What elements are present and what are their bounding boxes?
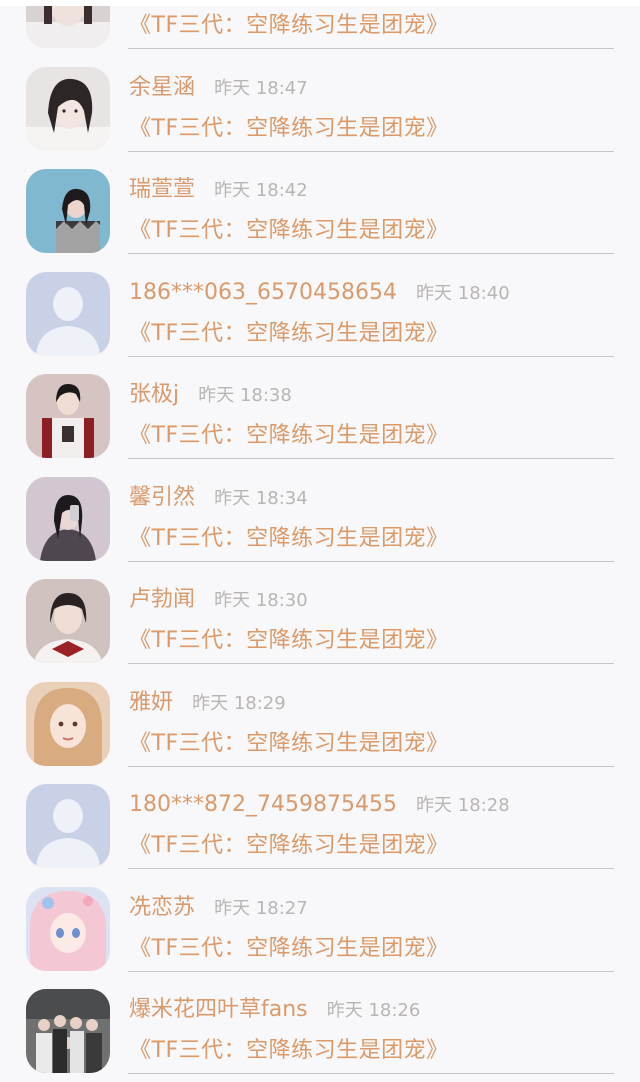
divider (128, 1073, 614, 1074)
comment-time: 昨天 18:26 (326, 1000, 421, 1021)
top-header-strip (0, 0, 640, 6)
book-title-link[interactable]: 《TF三代：空降练习生是团宠》 (129, 319, 449, 349)
book-title-link[interactable]: 《TF三代：空降练习生是团宠》 (129, 626, 449, 656)
photo-portrait-icon (26, 476, 110, 561)
photo-portrait-icon (26, 0, 110, 48)
divider (128, 663, 614, 664)
comment-time: 昨天 18:38 (198, 385, 292, 406)
comment-time: 昨天 18:47 (214, 77, 308, 99)
avatar[interactable] (26, 66, 110, 151)
list-item[interactable]: 卢勃闻 昨天 18:30 《TF三代：空降练习生是团宠》 (0, 569, 640, 672)
comment-time: 昨天 18:30 (214, 590, 308, 611)
photo-portrait-icon (26, 681, 110, 766)
divider (128, 355, 614, 357)
divider (128, 253, 614, 254)
book-title-link[interactable]: 《TF三代：空降练习生是团宠》 (129, 421, 449, 451)
commenter-name[interactable]: 180***872_7459875455 (129, 792, 397, 817)
commenter-name[interactable]: 张极j (129, 382, 179, 407)
book-title-link[interactable]: 《TF三代：空降练习生是团宠》 (129, 524, 449, 554)
list-item[interactable]: 爆米花四叶草fans 昨天 18:26 《TF三代：空降练习生是团宠》 (0, 979, 640, 1082)
divider (128, 150, 614, 152)
commenter-name[interactable]: 瑞萱萱 (129, 177, 195, 202)
commenter-name[interactable]: 186***063_6570458654 (129, 280, 397, 305)
book-title-link[interactable]: 《TF三代：空降练习生是团宠》 (129, 114, 449, 144)
default-user-icon (26, 784, 110, 868)
commenter-name[interactable]: 卢勃闻 (129, 587, 195, 612)
divider (128, 868, 614, 869)
comment-time: 昨天 18:34 (214, 487, 308, 509)
comment-time: 昨天 18:27 (214, 897, 308, 919)
list-item[interactable]: 瑞萱萱 昨天 18:42 《TF三代：空降练习生是团宠》 (0, 159, 640, 262)
photo-portrait-icon (26, 374, 110, 458)
commenter-name[interactable]: 雅妍 (129, 690, 173, 715)
avatar[interactable] (26, 784, 110, 868)
photo-portrait-icon (26, 169, 110, 253)
anime-portrait-icon (26, 886, 110, 971)
avatar[interactable] (26, 374, 110, 458)
list-item[interactable]: 186***063_6570458654 昨天 18:40 《TF三代：空降练习… (0, 262, 640, 365)
comment-time: 昨天 18:42 (214, 180, 308, 201)
divider (128, 458, 614, 459)
commenter-name[interactable]: 馨引然 (129, 485, 195, 510)
list-item[interactable]: 余星涵 昨天 18:47 《TF三代：空降练习生是团宠》 (0, 57, 640, 160)
avatar[interactable] (26, 0, 110, 48)
photo-portrait-icon (26, 579, 110, 663)
avatar[interactable] (26, 169, 110, 253)
avatar[interactable] (26, 271, 110, 356)
book-title-link[interactable]: 《TF三代：空降练习生是团宠》 (129, 216, 449, 246)
book-title-link[interactable]: 《TF三代：空降练习生是团宠》 (129, 1036, 449, 1066)
avatar[interactable] (26, 886, 110, 971)
list-item[interactable]: 雅妍 昨天 18:29 《TF三代：空降练习生是团宠》 (0, 672, 640, 775)
avatar[interactable] (26, 579, 110, 663)
avatar[interactable] (26, 681, 110, 766)
comment-list: 《TF三代：空降练习生是团宠》 余星涵 昨天 18:47 《TF三代：空降练习生… (0, 0, 640, 1082)
list-item[interactable]: 张极j 昨天 18:38 《TF三代：空降练习生是团宠》 (0, 364, 640, 467)
comment-time: 昨天 18:40 (416, 282, 510, 304)
photo-portrait-icon (26, 66, 110, 151)
divider (128, 560, 614, 562)
comment-time: 昨天 18:29 (192, 692, 286, 714)
default-user-icon (26, 271, 110, 356)
commenter-name[interactable]: 冼恋苏 (129, 895, 195, 920)
group-photo-icon (26, 989, 110, 1073)
list-item[interactable]: 《TF三代：空降练习生是团宠》 (0, 0, 640, 57)
avatar[interactable] (26, 989, 110, 1073)
avatar[interactable] (26, 476, 110, 561)
list-item[interactable]: 180***872_7459875455 昨天 18:28 《TF三代：空降练习… (0, 774, 640, 877)
list-item[interactable]: 冼恋苏 昨天 18:27 《TF三代：空降练习生是团宠》 (0, 877, 640, 980)
book-title-link[interactable]: 《TF三代：空降练习生是团宠》 (129, 729, 449, 759)
book-title-link[interactable]: 《TF三代：空降练习生是团宠》 (129, 831, 449, 861)
divider (128, 765, 614, 767)
book-title-link[interactable]: 《TF三代：空降练习生是团宠》 (129, 934, 449, 964)
commenter-name[interactable]: 余星涵 (129, 75, 195, 100)
comment-time: 昨天 18:28 (416, 795, 510, 816)
divider (128, 970, 614, 972)
divider (128, 48, 614, 49)
list-item[interactable]: 馨引然 昨天 18:34 《TF三代：空降练习生是团宠》 (0, 467, 640, 570)
commenter-name[interactable]: 爆米花四叶草fans (129, 997, 308, 1022)
book-title-link[interactable]: 《TF三代：空降练习生是团宠》 (129, 11, 449, 41)
